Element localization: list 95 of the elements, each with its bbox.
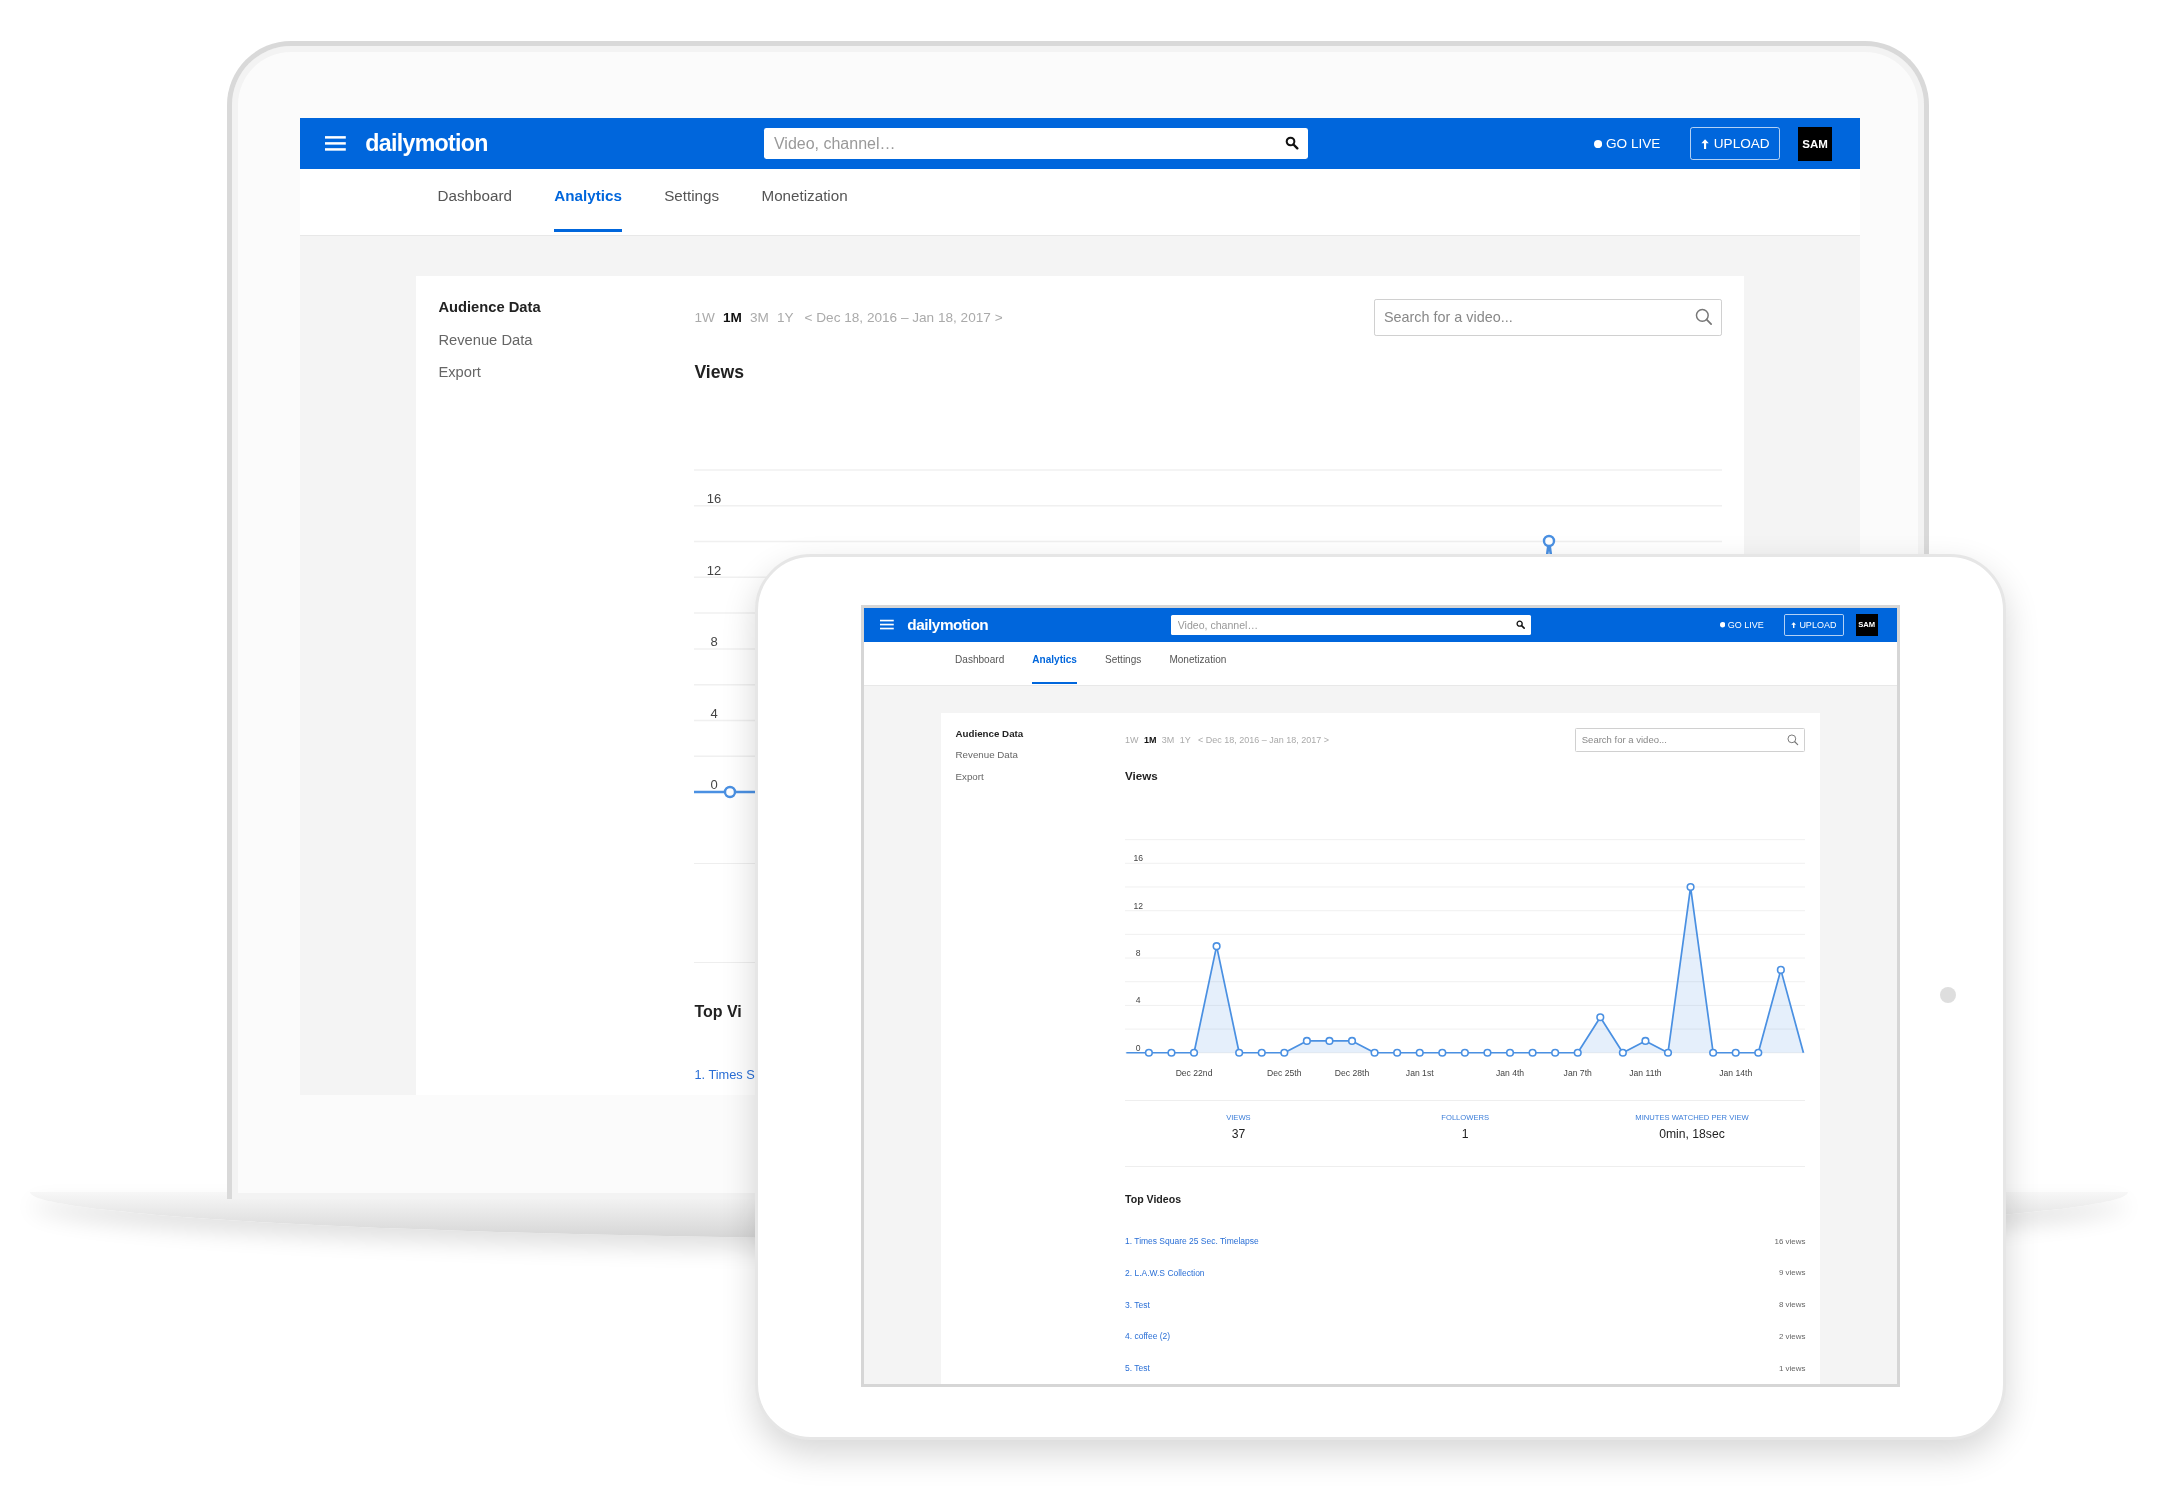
video-search-field[interactable]: Search for a video... (1373, 298, 1723, 336)
upload-button[interactable]: UPLOAD (1690, 127, 1781, 160)
logo[interactable]: dailymotion (365, 130, 765, 158)
axis-label: Jan 14th (1719, 1068, 1753, 1079)
chart-title: Views (1125, 769, 1158, 783)
data-point[interactable] (1709, 1049, 1718, 1058)
data-point[interactable] (1641, 1037, 1650, 1046)
data-point[interactable] (1551, 1049, 1560, 1058)
video-link[interactable]: 5. Test (1125, 1363, 1150, 1374)
axis-label: 8 (710, 634, 718, 650)
axis-label: 16 (707, 490, 722, 506)
data-point[interactable] (1438, 1049, 1447, 1058)
axis-label: Jan 11th (1629, 1068, 1662, 1079)
data-point[interactable] (1235, 1049, 1244, 1058)
stat-value: 0min, 18sec (1659, 1126, 1725, 1141)
range-option[interactable]: 1M (722, 309, 742, 325)
data-point[interactable] (1754, 1049, 1763, 1058)
search-field[interactable]: Video, channel… (1171, 614, 1532, 635)
data-point[interactable] (1393, 1049, 1402, 1058)
sidebar-item[interactable]: Audience Data (438, 290, 695, 324)
nav-tab[interactable]: Settings (1105, 641, 1142, 684)
data-point[interactable] (1370, 1049, 1379, 1058)
axis-label: Jan 1st (1405, 1068, 1434, 1079)
data-point[interactable] (1415, 1049, 1424, 1058)
data-point[interactable] (1618, 1049, 1627, 1058)
axis-label: 16 (1133, 853, 1144, 864)
axis-label: Jan 4th (1495, 1068, 1525, 1079)
range-option[interactable]: 1M (1143, 734, 1157, 745)
stat-value: 37 (1231, 1126, 1246, 1141)
data-point[interactable] (1663, 1049, 1673, 1058)
axis-label: 0 (710, 777, 718, 793)
data-point[interactable] (1686, 883, 1695, 892)
data-point[interactable] (1573, 1049, 1582, 1058)
data-point[interactable] (1144, 1049, 1153, 1058)
dot-icon (1719, 622, 1726, 628)
data-point[interactable] (1776, 966, 1785, 975)
data-point[interactable] (1212, 942, 1221, 951)
nav-tab[interactable]: Dashboard (955, 641, 1005, 684)
nav-tab[interactable]: Monetization (1169, 641, 1227, 684)
section-title: Top Videos (1125, 1193, 1182, 1206)
video-link[interactable]: 1. Times S (694, 1067, 755, 1083)
upload-arrow-icon (1790, 621, 1797, 629)
axis-label: 12 (707, 562, 722, 578)
axis-label: Dec 22nd (1175, 1068, 1213, 1079)
data-point[interactable] (1596, 1013, 1605, 1022)
video-link[interactable]: 2. L.A.W.S Collection (1125, 1267, 1205, 1278)
avatar[interactable]: SAM (1798, 126, 1832, 161)
sidebar-item[interactable]: Revenue Data (955, 743, 1125, 766)
search-field[interactable]: Video, channel… (764, 128, 1309, 159)
data-point[interactable] (1325, 1037, 1334, 1046)
data-point[interactable] (1731, 1049, 1740, 1058)
upload-arrow-icon (1700, 138, 1709, 149)
nav-tab[interactable]: Analytics (1032, 641, 1077, 684)
sidebar-item[interactable]: Export (955, 765, 1125, 788)
nav-tab[interactable]: Analytics (554, 169, 622, 233)
axis-label: 4 (1135, 995, 1141, 1006)
data-point[interactable] (1257, 1049, 1266, 1058)
search-icon[interactable] (1516, 620, 1526, 630)
axis-label: 12 (1133, 901, 1144, 912)
stat-value: 1 (1461, 1126, 1469, 1141)
axis-label: Dec 25th (1267, 1068, 1302, 1079)
axis-label: Jan 7th (1563, 1068, 1592, 1079)
data-point[interactable] (1347, 1037, 1357, 1046)
video-link[interactable]: 1. Times Square 25 Sec. Timelapse (1125, 1236, 1259, 1247)
data-point[interactable] (1483, 1049, 1492, 1058)
section-title: Views (694, 361, 744, 383)
go-live-button[interactable]: GO LIVE (1593, 136, 1661, 152)
axis-label: 0 (1135, 1043, 1141, 1054)
search-icon[interactable] (1285, 136, 1299, 150)
menu-icon[interactable] (880, 619, 895, 631)
sidebar-item[interactable]: Export (438, 356, 695, 389)
dot-icon (1593, 139, 1602, 148)
data-point[interactable] (1460, 1049, 1469, 1058)
sidebar-item[interactable]: Audience Data (955, 722, 1125, 744)
logo[interactable]: dailymotion (907, 615, 1172, 634)
video-link[interactable]: 3. Test (1125, 1299, 1150, 1310)
data-point[interactable] (1505, 1049, 1515, 1058)
video-search-field[interactable]: Search for a video... (1574, 727, 1806, 752)
data-point[interactable] (1280, 1049, 1289, 1058)
data-point[interactable] (1302, 1037, 1311, 1046)
axis-label: 8 (1135, 948, 1141, 959)
nav-tab[interactable]: Settings (664, 169, 720, 233)
nav-tab[interactable]: Monetization (761, 169, 848, 233)
sidebar-item[interactable]: Revenue Data (438, 323, 695, 357)
axis-label: 4 (710, 705, 718, 721)
go-live-button[interactable]: GO LIVE (1719, 619, 1764, 630)
upload-button[interactable]: UPLOAD (1783, 614, 1844, 636)
menu-icon[interactable] (324, 135, 346, 152)
data-point[interactable] (1528, 1049, 1537, 1058)
section-title: Top Vi (694, 1002, 742, 1021)
video-link[interactable]: 4. coffee (2) (1125, 1331, 1171, 1342)
data-point[interactable] (1167, 1049, 1176, 1058)
axis-label: Dec 28th (1334, 1068, 1370, 1079)
nav-tab[interactable]: Dashboard (437, 169, 512, 233)
data-point[interactable] (1189, 1049, 1199, 1058)
